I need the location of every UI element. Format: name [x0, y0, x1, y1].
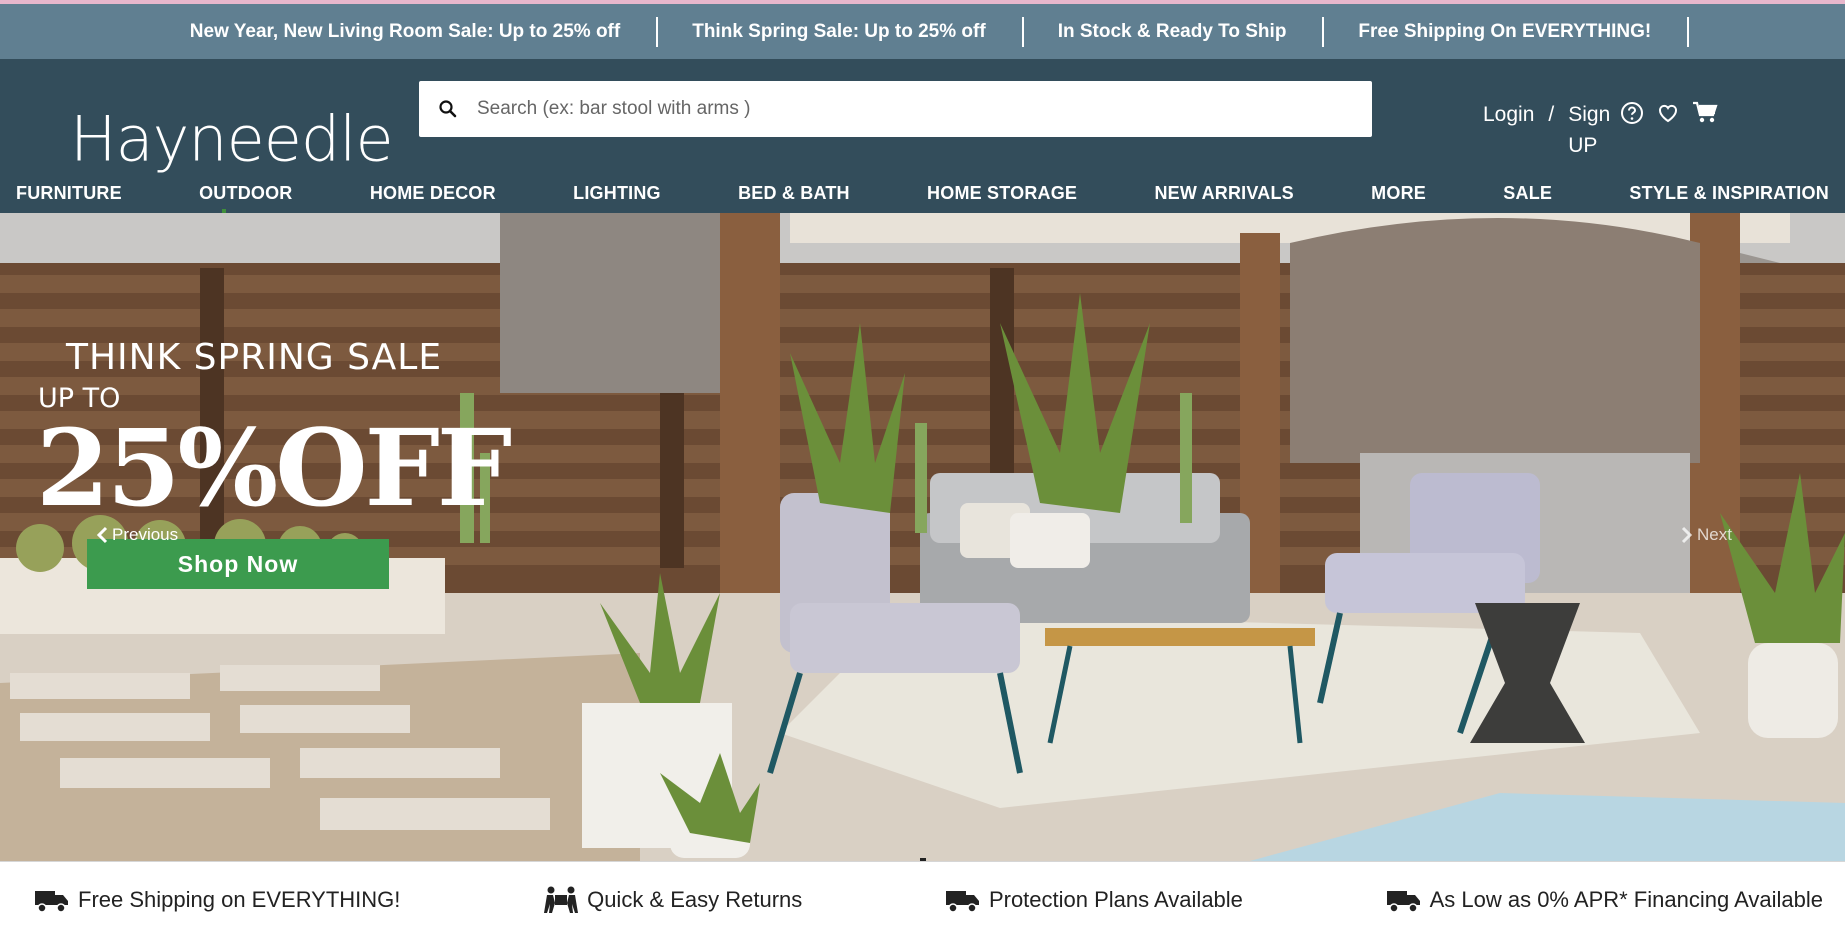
promo-bar: New Year, New Living Room Sale: Up to 25… [0, 4, 1845, 59]
hero-title: THINK SPRING SALE [66, 337, 443, 378]
nav-item-lighting[interactable]: LIGHTING [573, 183, 661, 204]
site-header: Hayneedle Login / Sign UP FURNITURE OUTD… [0, 59, 1845, 223]
truck-icon [35, 890, 68, 913]
nav-item-bed-bath[interactable]: BED & BATH [738, 183, 850, 204]
feature-easy-returns-label: Quick & Easy Returns [587, 886, 803, 912]
promo-free-shipping[interactable]: Free Shipping On EVERYTHING! [1324, 16, 1690, 47]
feature-easy-returns: Quick & Easy Returns [543, 885, 802, 915]
nav-item-style-inspiration[interactable]: STYLE & INSPIRATION [1629, 183, 1828, 204]
nav-item-new-arrivals[interactable]: NEW ARRIVALS [1154, 183, 1293, 204]
promo-in-stock[interactable]: In Stock & Ready To Ship [1024, 16, 1325, 47]
feature-protection-plans: Protection Plans Available [945, 885, 1243, 915]
nav-item-home-decor[interactable]: HOME DECOR [370, 183, 496, 204]
carousel-previous-label: Previous [112, 525, 179, 544]
search-input[interactable] [477, 81, 1372, 137]
carousel-next-button[interactable]: Next [1681, 525, 1732, 545]
search-icon[interactable] [419, 99, 477, 119]
nav-item-furniture[interactable]: FURNITURE [16, 183, 122, 204]
shop-now-button[interactable]: Shop Now [87, 539, 389, 589]
signup-link[interactable]: Sign UP [1568, 99, 1618, 161]
carousel-next-label: Next [1697, 525, 1732, 544]
feature-free-shipping: Free Shipping on EVERYTHING! [34, 885, 400, 915]
header-icons [1620, 101, 1718, 130]
account-links: Login / Sign UP [1483, 99, 1618, 161]
search-bar [419, 81, 1372, 137]
promo-new-year-sale[interactable]: New Year, New Living Room Sale: Up to 25… [156, 16, 659, 47]
heart-icon[interactable] [1656, 101, 1680, 130]
main-nav: FURNITURE OUTDOOR HOME DECOR LIGHTING BE… [0, 173, 1845, 213]
truck-icon [1386, 890, 1420, 913]
nav-item-sale[interactable]: SALE [1503, 183, 1552, 204]
feature-protection-plans-label: Protection Plans Available [988, 886, 1243, 912]
help-icon[interactable] [1620, 101, 1644, 130]
hero-discount: 25%OFF [36, 405, 512, 530]
login-link[interactable]: Login [1483, 99, 1534, 161]
hero-image [0, 213, 1845, 861]
carousel-previous-button[interactable]: Previous [96, 525, 178, 545]
feature-free-shipping-label: Free Shipping on EVERYTHING! [78, 886, 401, 912]
nav-item-outdoor[interactable]: OUTDOOR [199, 183, 292, 204]
hero-banner[interactable]: THINK SPRING SALE UP TO 25%OFF Shop Now … [0, 213, 1845, 861]
feature-financing: As Low as 0% APR* Financing Available [1386, 885, 1823, 915]
account-separator: / [1548, 103, 1555, 126]
chevron-left-icon [96, 526, 108, 544]
nav-item-home-storage[interactable]: HOME STORAGE [927, 183, 1077, 204]
movers-icon [544, 886, 579, 913]
cart-icon[interactable] [1692, 101, 1718, 130]
truck-icon [945, 890, 979, 913]
site-logo[interactable]: Hayneedle [70, 103, 394, 176]
chevron-right-icon [1681, 526, 1693, 544]
promo-think-spring-sale[interactable]: Think Spring Sale: Up to 25% off [658, 16, 1024, 47]
carousel-indicator[interactable] [920, 858, 926, 861]
feature-financing-label: As Low as 0% APR* Financing Available [1429, 886, 1823, 912]
features-bar: Free Shipping on EVERYTHING! Quick & Eas… [0, 861, 1845, 937]
nav-item-more[interactable]: MORE [1371, 183, 1426, 204]
